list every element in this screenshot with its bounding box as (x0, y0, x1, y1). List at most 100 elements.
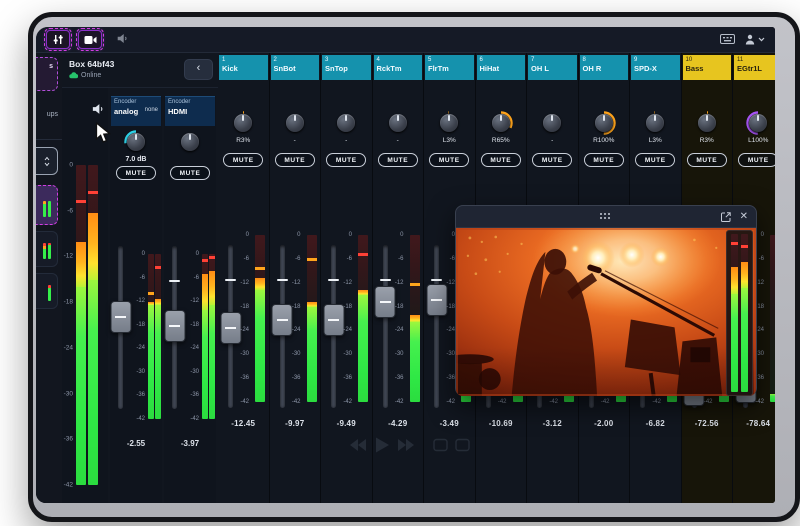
master-volume-icon[interactable] (116, 31, 128, 49)
mute-button[interactable]: MUTE (583, 153, 624, 167)
loop-icon (433, 438, 448, 452)
drag-handle-icon[interactable] (600, 212, 612, 221)
channel-header[interactable]: 1 Kick (219, 55, 268, 80)
knob-cap (646, 114, 665, 132)
mute-button[interactable]: MUTE (170, 166, 210, 180)
fader-reference-tick (169, 280, 180, 283)
channel-header[interactable]: 2 SnBot (270, 55, 319, 80)
pan-value: L3% (442, 137, 456, 144)
channel-header[interactable]: 11 EGtr1L (734, 55, 775, 80)
encoder-header[interactable]: Encoder HDMI (165, 96, 215, 126)
channel-header[interactable]: 4 RckTm (373, 55, 422, 80)
sidebar-meter-item-selected[interactable] (36, 185, 58, 225)
fader[interactable] (164, 246, 185, 409)
fader[interactable] (110, 246, 131, 409)
level-meter (255, 235, 265, 402)
fader[interactable] (374, 245, 396, 408)
pan-knob[interactable] (489, 111, 513, 135)
video-camera-icon (84, 35, 96, 44)
channel-number: 8 (582, 57, 586, 63)
channel-header[interactable]: 7 OH L (528, 55, 577, 80)
knob-cap (234, 114, 253, 132)
top-toolbar (36, 27, 775, 53)
video-view-button[interactable] (76, 28, 104, 51)
user-menu[interactable] (745, 34, 765, 45)
fader-reference-tick (431, 279, 442, 282)
meter-bar-right (88, 165, 98, 485)
meter-bar-left (731, 234, 738, 392)
meter-scale: 0-6-12-18-24-30-36-42 (190, 251, 199, 422)
channel-header[interactable]: 9 SPD-X (631, 55, 680, 80)
keyboard-shortcuts-icon[interactable] (720, 31, 735, 49)
fader-handle[interactable] (164, 309, 185, 342)
mute-button[interactable]: MUTE (223, 153, 264, 167)
channel-header[interactable]: 3 SnTop (322, 55, 371, 80)
fader[interactable] (220, 245, 241, 408)
pan-value: L100% (748, 137, 769, 144)
knob-cap (337, 114, 356, 132)
sidebar-meter-item[interactable] (36, 231, 58, 267)
mixer-view-button[interactable] (44, 28, 72, 51)
mute-button[interactable]: MUTE (686, 153, 727, 167)
fader[interactable] (426, 245, 447, 408)
video-window[interactable]: ✕ (455, 205, 757, 396)
sidebar-item-top[interactable]: s (36, 57, 58, 91)
knob-cap (491, 114, 510, 132)
knob-cap (543, 114, 562, 132)
cloud-online-icon (69, 72, 78, 79)
sidebar-meter-item[interactable] (36, 273, 58, 309)
mute-button[interactable]: MUTE (738, 153, 775, 167)
encoder-label: Encoder (168, 99, 191, 105)
knob-cap (285, 114, 304, 132)
video-window-titlebar[interactable]: ✕ (456, 206, 756, 228)
pan-knob[interactable] (231, 111, 255, 135)
mute-button[interactable]: MUTE (429, 153, 470, 167)
transport-controls (346, 437, 506, 458)
main-content: s ups Box 64bf43 Online ‹ 0 -6 -12 -18 -… (36, 53, 775, 503)
mute-button[interactable]: MUTE (377, 153, 418, 167)
sidebar-divider (36, 139, 62, 140)
mute-button[interactable]: MUTE (116, 166, 156, 180)
channel-level-value: -10.69 (488, 419, 513, 428)
collapse-panel-button[interactable]: ‹ (184, 59, 213, 80)
open-external-icon[interactable] (720, 211, 731, 222)
gain-knob[interactable] (181, 133, 199, 151)
pan-knob[interactable] (746, 111, 770, 135)
fader[interactable] (323, 245, 344, 408)
channel-name: Bass (685, 64, 704, 73)
encoder-name: HDMI (168, 107, 188, 116)
online-label: Online (81, 72, 102, 79)
fader-reference-tick (276, 279, 288, 282)
gain-knob[interactable] (124, 130, 148, 154)
pan-knob[interactable] (592, 111, 616, 135)
mute-button[interactable]: MUTE (532, 153, 573, 167)
fast-forward-icon (398, 439, 414, 451)
pan-knob[interactable] (695, 111, 719, 135)
channel-header[interactable]: 8 OH R (579, 55, 628, 80)
level-meter (148, 254, 161, 419)
encoder-header[interactable]: Encoder analog none (111, 96, 161, 126)
channel-number: 11 (737, 57, 744, 63)
close-icon[interactable]: ✕ (740, 211, 748, 222)
pan-knob[interactable] (543, 114, 562, 132)
pan-knob[interactable] (437, 111, 461, 135)
channel-name: FlrTm (428, 64, 449, 73)
mute-button[interactable]: MUTE (326, 153, 367, 167)
fader[interactable] (271, 245, 293, 408)
channel-header[interactable]: 5 FlrTm (425, 55, 474, 80)
app-window: s ups Box 64bf43 Online ‹ 0 -6 -12 -18 -… (28, 12, 800, 522)
mute-button[interactable]: MUTE (480, 153, 521, 167)
monitor-speaker-icon[interactable] (91, 102, 104, 120)
sidebar-sort-dropdown[interactable] (36, 147, 58, 175)
pan-knob[interactable] (337, 114, 356, 132)
pan-knob[interactable] (388, 114, 407, 132)
channel-header[interactable]: 10 Bass (682, 55, 731, 80)
channel-number: 1 (222, 57, 226, 63)
pan-knob[interactable] (285, 114, 304, 132)
mute-button[interactable]: MUTE (635, 153, 676, 167)
fader-handle[interactable] (110, 300, 131, 333)
pan-knob[interactable] (643, 111, 667, 135)
pan-value: - (396, 137, 399, 144)
channel-header[interactable]: 6 HiHat (476, 55, 525, 80)
mute-button[interactable]: MUTE (274, 153, 315, 167)
